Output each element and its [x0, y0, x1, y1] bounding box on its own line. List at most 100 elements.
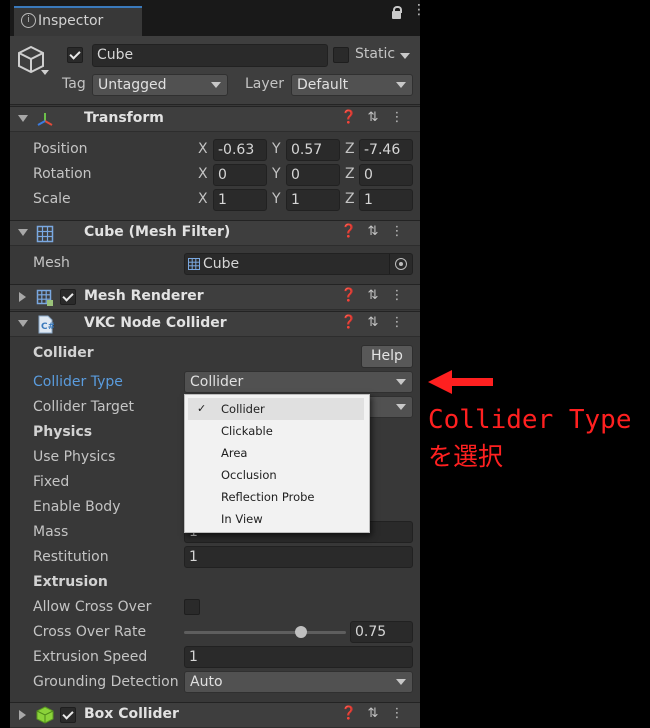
position-z-field[interactable]: -7.46 [359, 139, 413, 161]
menu-item-occlusion[interactable]: Occlusion [185, 464, 367, 486]
object-picker-icon[interactable] [389, 254, 412, 274]
scale-label[interactable]: Scale [33, 191, 71, 207]
help-circle-icon[interactable]: ❓ [338, 706, 362, 721]
mesh-label[interactable]: Mesh [33, 255, 70, 271]
position-label[interactable]: Position [33, 141, 88, 157]
help-button-label: Help [371, 348, 403, 364]
box-collider-title: Box Collider [84, 706, 179, 722]
extrusion-speed-value: 1 [189, 649, 198, 665]
position-x-field[interactable]: -0.63 [213, 139, 267, 161]
rotation-x-field[interactable]: 0 [213, 164, 267, 186]
box-collider-enabled-checkbox[interactable] [60, 707, 76, 723]
tab-inspector[interactable]: i Inspector [14, 6, 142, 36]
rotation-x-axis[interactable]: X [198, 166, 208, 182]
menu-item-label: Occlusion [221, 468, 277, 482]
object-name-input[interactable]: Cube [92, 44, 328, 67]
lock-shackle [393, 6, 402, 13]
collider-target-label[interactable]: Collider Target [33, 399, 134, 415]
foldout-arrow-icon[interactable] [19, 292, 26, 302]
checkmark-icon: ✓ [197, 402, 207, 415]
menu-item-clickable[interactable]: Clickable [185, 420, 367, 442]
more-vertical-icon[interactable]: ⋮ [386, 706, 410, 721]
allow-cross-over-label[interactable]: Allow Cross Over [33, 599, 151, 615]
layer-dropdown[interactable]: Default [291, 74, 413, 96]
help-circle-icon[interactable]: ❓ [338, 110, 362, 125]
rotation-z-axis[interactable]: Z [345, 166, 355, 182]
position-x-axis[interactable]: X [198, 141, 208, 157]
mass-label[interactable]: Mass [33, 524, 68, 540]
more-vertical-icon[interactable]: ⋮ [412, 3, 420, 17]
icon-dropdown-arrow[interactable] [41, 70, 49, 75]
presets-icon[interactable]: ⇅ [362, 706, 386, 721]
static-label[interactable]: Static [355, 46, 395, 62]
rotation-y-field[interactable]: 0 [286, 164, 340, 186]
help-circle-icon[interactable]: ❓ [338, 315, 362, 330]
help-button[interactable]: Help [361, 345, 413, 368]
mesh-renderer-header[interactable]: Mesh Renderer ❓ ⇅ ⋮ [10, 284, 420, 310]
position-y-field[interactable]: 0.57 [286, 139, 340, 161]
scale-x-axis[interactable]: X [198, 191, 208, 207]
menu-item-label: In View [221, 512, 263, 526]
position-y-axis[interactable]: Y [272, 141, 281, 157]
tag-dropdown[interactable]: Untagged [92, 74, 228, 96]
presets-icon[interactable]: ⇅ [362, 288, 386, 303]
rotation-z-field[interactable]: 0 [359, 164, 413, 186]
restitution-label[interactable]: Restitution [33, 549, 109, 565]
svg-text:C#: C# [41, 322, 54, 332]
cross-over-rate-slider-track[interactable] [184, 631, 346, 634]
collider-type-dropdown[interactable]: Collider [184, 371, 413, 393]
scale-x-field[interactable]: 1 [213, 189, 267, 211]
cross-over-rate-value: 0.75 [355, 624, 387, 640]
scale-z-axis[interactable]: Z [345, 191, 355, 207]
help-circle-icon[interactable]: ❓ [338, 224, 362, 239]
foldout-arrow-icon[interactable] [18, 229, 28, 236]
menu-item-reflection-probe[interactable]: Reflection Probe [185, 486, 367, 508]
fixed-label[interactable]: Fixed [33, 474, 69, 490]
grounding-detection-dropdown[interactable]: Auto [184, 671, 413, 693]
allow-cross-over-checkbox[interactable] [184, 599, 200, 615]
rotation-label[interactable]: Rotation [33, 166, 92, 182]
menu-item-collider[interactable]: ✓ Collider [188, 398, 364, 420]
rotation-y-axis[interactable]: Y [272, 166, 281, 182]
position-x-value: -0.63 [218, 142, 255, 158]
static-checkbox[interactable] [333, 47, 349, 63]
scale-y-field[interactable]: 1 [286, 189, 340, 211]
collider-type-label[interactable]: Collider Type [33, 374, 123, 390]
more-vertical-icon[interactable]: ⋮ [386, 288, 410, 303]
box-collider-icon [36, 706, 54, 724]
extrusion-speed-field[interactable]: 1 [184, 646, 413, 668]
transform-header[interactable]: Transform ❓ ⇅ ⋮ [10, 106, 420, 132]
scale-z-field[interactable]: 1 [359, 189, 413, 211]
enable-body-label[interactable]: Enable Body [33, 499, 120, 515]
cross-over-rate-slider-thumb[interactable] [295, 626, 307, 638]
position-z-axis[interactable]: Z [345, 141, 355, 157]
extrusion-speed-label[interactable]: Extrusion Speed [33, 649, 147, 665]
menu-item-label: Area [221, 446, 248, 460]
box-collider-header[interactable]: Box Collider ❓ ⇅ ⋮ [10, 702, 420, 728]
rotation-z-value: 0 [364, 167, 373, 183]
foldout-arrow-icon[interactable] [18, 115, 28, 122]
mesh-object-field[interactable]: Cube [184, 253, 413, 275]
mesh-renderer-enabled-checkbox[interactable] [60, 289, 76, 305]
vkc-node-collider-header[interactable]: C# VKC Node Collider ❓ ⇅ ⋮ [10, 311, 420, 337]
presets-icon[interactable]: ⇅ [362, 224, 386, 239]
static-dropdown-arrow[interactable] [400, 53, 410, 59]
cross-over-rate-field[interactable]: 0.75 [350, 621, 413, 643]
menu-item-in-view[interactable]: In View [185, 508, 367, 530]
more-vertical-icon[interactable]: ⋮ [386, 315, 410, 330]
scale-y-axis[interactable]: Y [272, 191, 281, 207]
use-physics-label[interactable]: Use Physics [33, 449, 115, 465]
mesh-filter-header[interactable]: Cube (Mesh Filter) ❓ ⇅ ⋮ [10, 220, 420, 246]
foldout-arrow-icon[interactable] [19, 710, 26, 720]
active-checkbox[interactable] [67, 47, 83, 63]
restitution-field[interactable]: 1 [184, 546, 413, 568]
grounding-detection-label[interactable]: Grounding Detection [33, 674, 179, 690]
cross-over-rate-label[interactable]: Cross Over Rate [33, 624, 146, 640]
more-vertical-icon[interactable]: ⋮ [386, 224, 410, 239]
help-circle-icon[interactable]: ❓ [338, 288, 362, 303]
presets-icon[interactable]: ⇅ [362, 315, 386, 330]
foldout-arrow-icon[interactable] [18, 320, 28, 327]
presets-icon[interactable]: ⇅ [362, 110, 386, 125]
menu-item-area[interactable]: Area [185, 442, 367, 464]
more-vertical-icon[interactable]: ⋮ [386, 110, 410, 125]
